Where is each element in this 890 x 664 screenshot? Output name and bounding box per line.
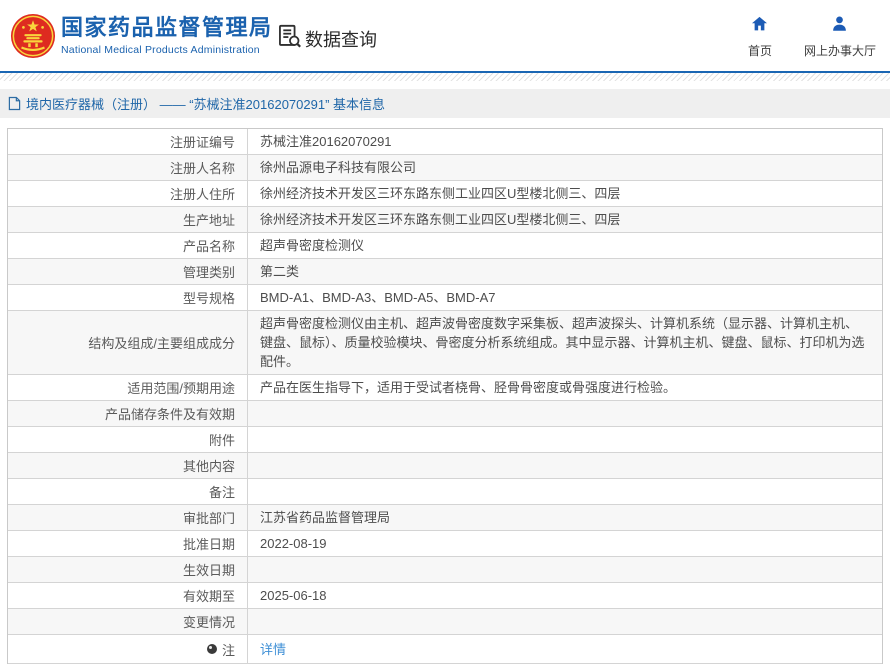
national-emblem-logo (10, 13, 56, 59)
field-value: 超声骨密度检测仪由主机、超声波骨密度数字采集板、超声波探头、计算机系统（显示器、… (260, 316, 865, 369)
field-value: 徐州经济技术开发区三环东路东侧工业四区U型楼北侧三、四层 (260, 186, 621, 201)
field-value: 第二类 (260, 264, 300, 279)
document-icon (8, 96, 21, 111)
field-label: 注册人名称 (8, 155, 248, 180)
field-value (248, 557, 882, 582)
field-label: 产品名称 (8, 233, 248, 258)
field-label: 注册人住所 (8, 181, 248, 206)
field-value: 徐州经济技术开发区三环东路东侧工业四区U型楼北侧三、四层 (260, 212, 621, 227)
field-value: 江苏省药品监督管理局 (260, 510, 391, 525)
nav-item-service-hall[interactable]: 网上办事大厅 (804, 15, 876, 59)
field-value: 详情 (248, 635, 882, 663)
field-value (248, 453, 882, 478)
field-value (248, 479, 882, 504)
breadcrumb: 境内医疗器械（注册） —— “苏械注准20162070291” 基本信息 (0, 89, 890, 118)
site-title-en: National Medical Products Administration (61, 44, 260, 56)
table-row: 注 详情 (8, 635, 882, 664)
table-row: 管理类别 第二类 (8, 259, 882, 285)
table-row: 附件 (8, 427, 882, 453)
field-label: 产品储存条件及有效期 (8, 401, 248, 426)
table-row: 生产地址 徐州经济技术开发区三环东路东侧工业四区U型楼北侧三、四层 (8, 207, 882, 233)
nav-label-service-hall: 网上办事大厅 (803, 44, 876, 58)
field-label: 其他内容 (8, 453, 248, 478)
details-link[interactable]: 详情 (260, 640, 286, 659)
site-title-cn: 国家药品监督管理局 (61, 15, 273, 40)
field-value (248, 609, 882, 634)
field-label: 生效日期 (8, 557, 248, 582)
table-row: 注册人名称 徐州品源电子科技有限公司 (8, 155, 882, 181)
field-label: 结构及组成/主要组成成分 (8, 311, 248, 374)
top-nav: 首页 网上办事大厅 (748, 15, 876, 59)
site-title: 国家药品监督管理局 National Medical Products Admi… (61, 15, 273, 56)
user-icon (830, 15, 849, 38)
field-value: 徐州品源电子科技有限公司 (260, 160, 417, 175)
field-label: 有效期至 (8, 583, 248, 608)
header: 国家药品监督管理局 National Medical Products Admi… (0, 0, 890, 73)
breadcrumb-text: 境内医疗器械（注册） —— “苏械注准20162070291” 基本信息 (26, 97, 386, 112)
table-row: 产品名称 超声骨密度检测仪 (8, 233, 882, 259)
bulb-icon (206, 643, 218, 655)
home-icon (750, 15, 769, 38)
table-row: 变更情况 (8, 609, 882, 635)
field-label: 变更情况 (8, 609, 248, 634)
field-value: 2022-08-19 (260, 536, 327, 551)
field-label: 备注 (8, 479, 248, 504)
doc-search-icon (276, 23, 303, 55)
field-label: 批准日期 (8, 531, 248, 556)
field-label: 生产地址 (8, 207, 248, 232)
field-label: 审批部门 (8, 505, 248, 530)
field-label: 注 (8, 635, 248, 663)
table-row: 批准日期 2022-08-19 (8, 531, 882, 557)
field-value: 超声骨密度检测仪 (260, 238, 365, 253)
field-value: BMD-A1、BMD-A3、BMD-A5、BMD-A7 (260, 290, 496, 305)
field-value (248, 401, 882, 426)
table-row: 产品储存条件及有效期 (8, 401, 882, 427)
table-row: 结构及组成/主要组成成分 超声骨密度检测仪由主机、超声波骨密度数字采集板、超声波… (8, 311, 882, 375)
table-row: 备注 (8, 479, 882, 505)
data-query-nav[interactable]: 数据查询 (276, 23, 377, 55)
table-row: 其他内容 (8, 453, 882, 479)
nav-item-home[interactable]: 首页 (748, 15, 772, 59)
data-query-label: 数据查询 (305, 30, 377, 50)
table-row: 注册人住所 徐州经济技术开发区三环东路东侧工业四区U型楼北侧三、四层 (8, 181, 882, 207)
info-table: 注册证编号 苏械注准20162070291 注册人名称 徐州品源电子科技有限公司… (7, 128, 883, 664)
table-row: 审批部门 江苏省药品监督管理局 (8, 505, 882, 531)
field-label: 型号规格 (8, 285, 248, 310)
field-label: 适用范围/预期用途 (8, 375, 248, 400)
field-label: 附件 (8, 427, 248, 452)
nav-label-home: 首页 (747, 44, 772, 58)
field-label: 管理类别 (8, 259, 248, 284)
table-row: 有效期至 2025-06-18 (8, 583, 882, 609)
field-value (248, 427, 882, 452)
table-row: 适用范围/预期用途 产品在医生指导下，适用于受试者桡骨、胫骨骨密度或骨强度进行检… (8, 375, 882, 401)
table-row: 注册证编号 苏械注准20162070291 (8, 129, 882, 155)
table-row: 生效日期 (8, 557, 882, 583)
field-value: 苏械注准20162070291 (260, 134, 392, 149)
hatched-divider (0, 73, 890, 81)
field-value: 产品在医生指导下，适用于受试者桡骨、胫骨骨密度或骨强度进行检验。 (260, 380, 677, 395)
field-value: 2025-06-18 (260, 588, 327, 603)
table-row: 型号规格 BMD-A1、BMD-A3、BMD-A5、BMD-A7 (8, 285, 882, 311)
field-label: 注册证编号 (8, 129, 248, 154)
